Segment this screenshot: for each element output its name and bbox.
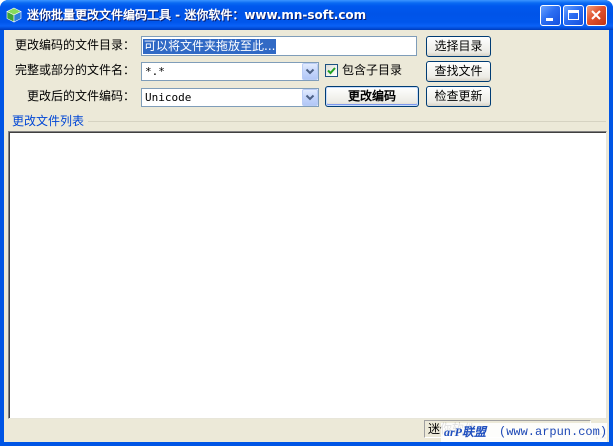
app-window: 迷你批量更改文件编码工具 - 迷你软件：www.mn-soft.com 更改编码… — [0, 0, 613, 446]
filename-combo-value: *.* — [145, 65, 165, 78]
title-bar[interactable]: 迷你批量更改文件编码工具 - 迷你软件：www.mn-soft.com — [0, 0, 613, 30]
minimize-icon — [546, 18, 553, 21]
chevron-down-icon — [305, 68, 315, 75]
watermark-url: (www.arpun.com) — [499, 425, 607, 439]
find-files-button[interactable]: 查找文件 — [426, 61, 491, 82]
encoding-dropdown-button[interactable] — [302, 89, 318, 106]
encoding-label: 更改后的文件编码： — [26, 89, 135, 103]
window-title: 迷你批量更改文件编码工具 - 迷你软件：www.mn-soft.com — [27, 8, 367, 22]
include-subdirs-checkbox[interactable] — [325, 64, 338, 77]
maximize-icon — [568, 10, 579, 20]
filename-dropdown-button[interactable] — [302, 63, 318, 80]
encoding-combo[interactable]: Unicode — [141, 88, 319, 107]
file-list-caption: 更改文件列表 — [12, 114, 85, 128]
maximize-button[interactable] — [563, 5, 584, 26]
minimize-button[interactable] — [540, 5, 561, 26]
close-icon — [591, 10, 601, 20]
include-subdirs-label[interactable]: 包含子目录 — [342, 63, 402, 77]
directory-label: 更改编码的文件目录： — [14, 38, 135, 52]
chevron-down-icon — [305, 94, 315, 101]
convert-encoding-button[interactable]: 更改编码 — [325, 86, 419, 107]
watermark: arP联盟 (www.arpun.com) — [441, 423, 607, 442]
directory-input[interactable]: 可以将文件夹拖放至此... — [141, 36, 417, 56]
close-button[interactable] — [586, 5, 607, 26]
select-directory-button[interactable]: 选择目录 — [426, 36, 491, 57]
include-subdirs-check-icon — [327, 67, 336, 75]
app-icon — [6, 7, 22, 23]
filename-combo[interactable]: *.* — [141, 62, 319, 81]
watermark-brand: arP联盟 — [444, 425, 487, 439]
check-update-button[interactable]: 检查更新 — [426, 86, 491, 107]
directory-input-value: 可以将文件夹拖放至此... — [143, 39, 277, 54]
group-divider — [88, 121, 606, 122]
filename-label: 完整或部分的文件名： — [14, 63, 135, 77]
encoding-combo-value: Unicode — [145, 91, 192, 104]
file-list[interactable] — [8, 131, 607, 419]
